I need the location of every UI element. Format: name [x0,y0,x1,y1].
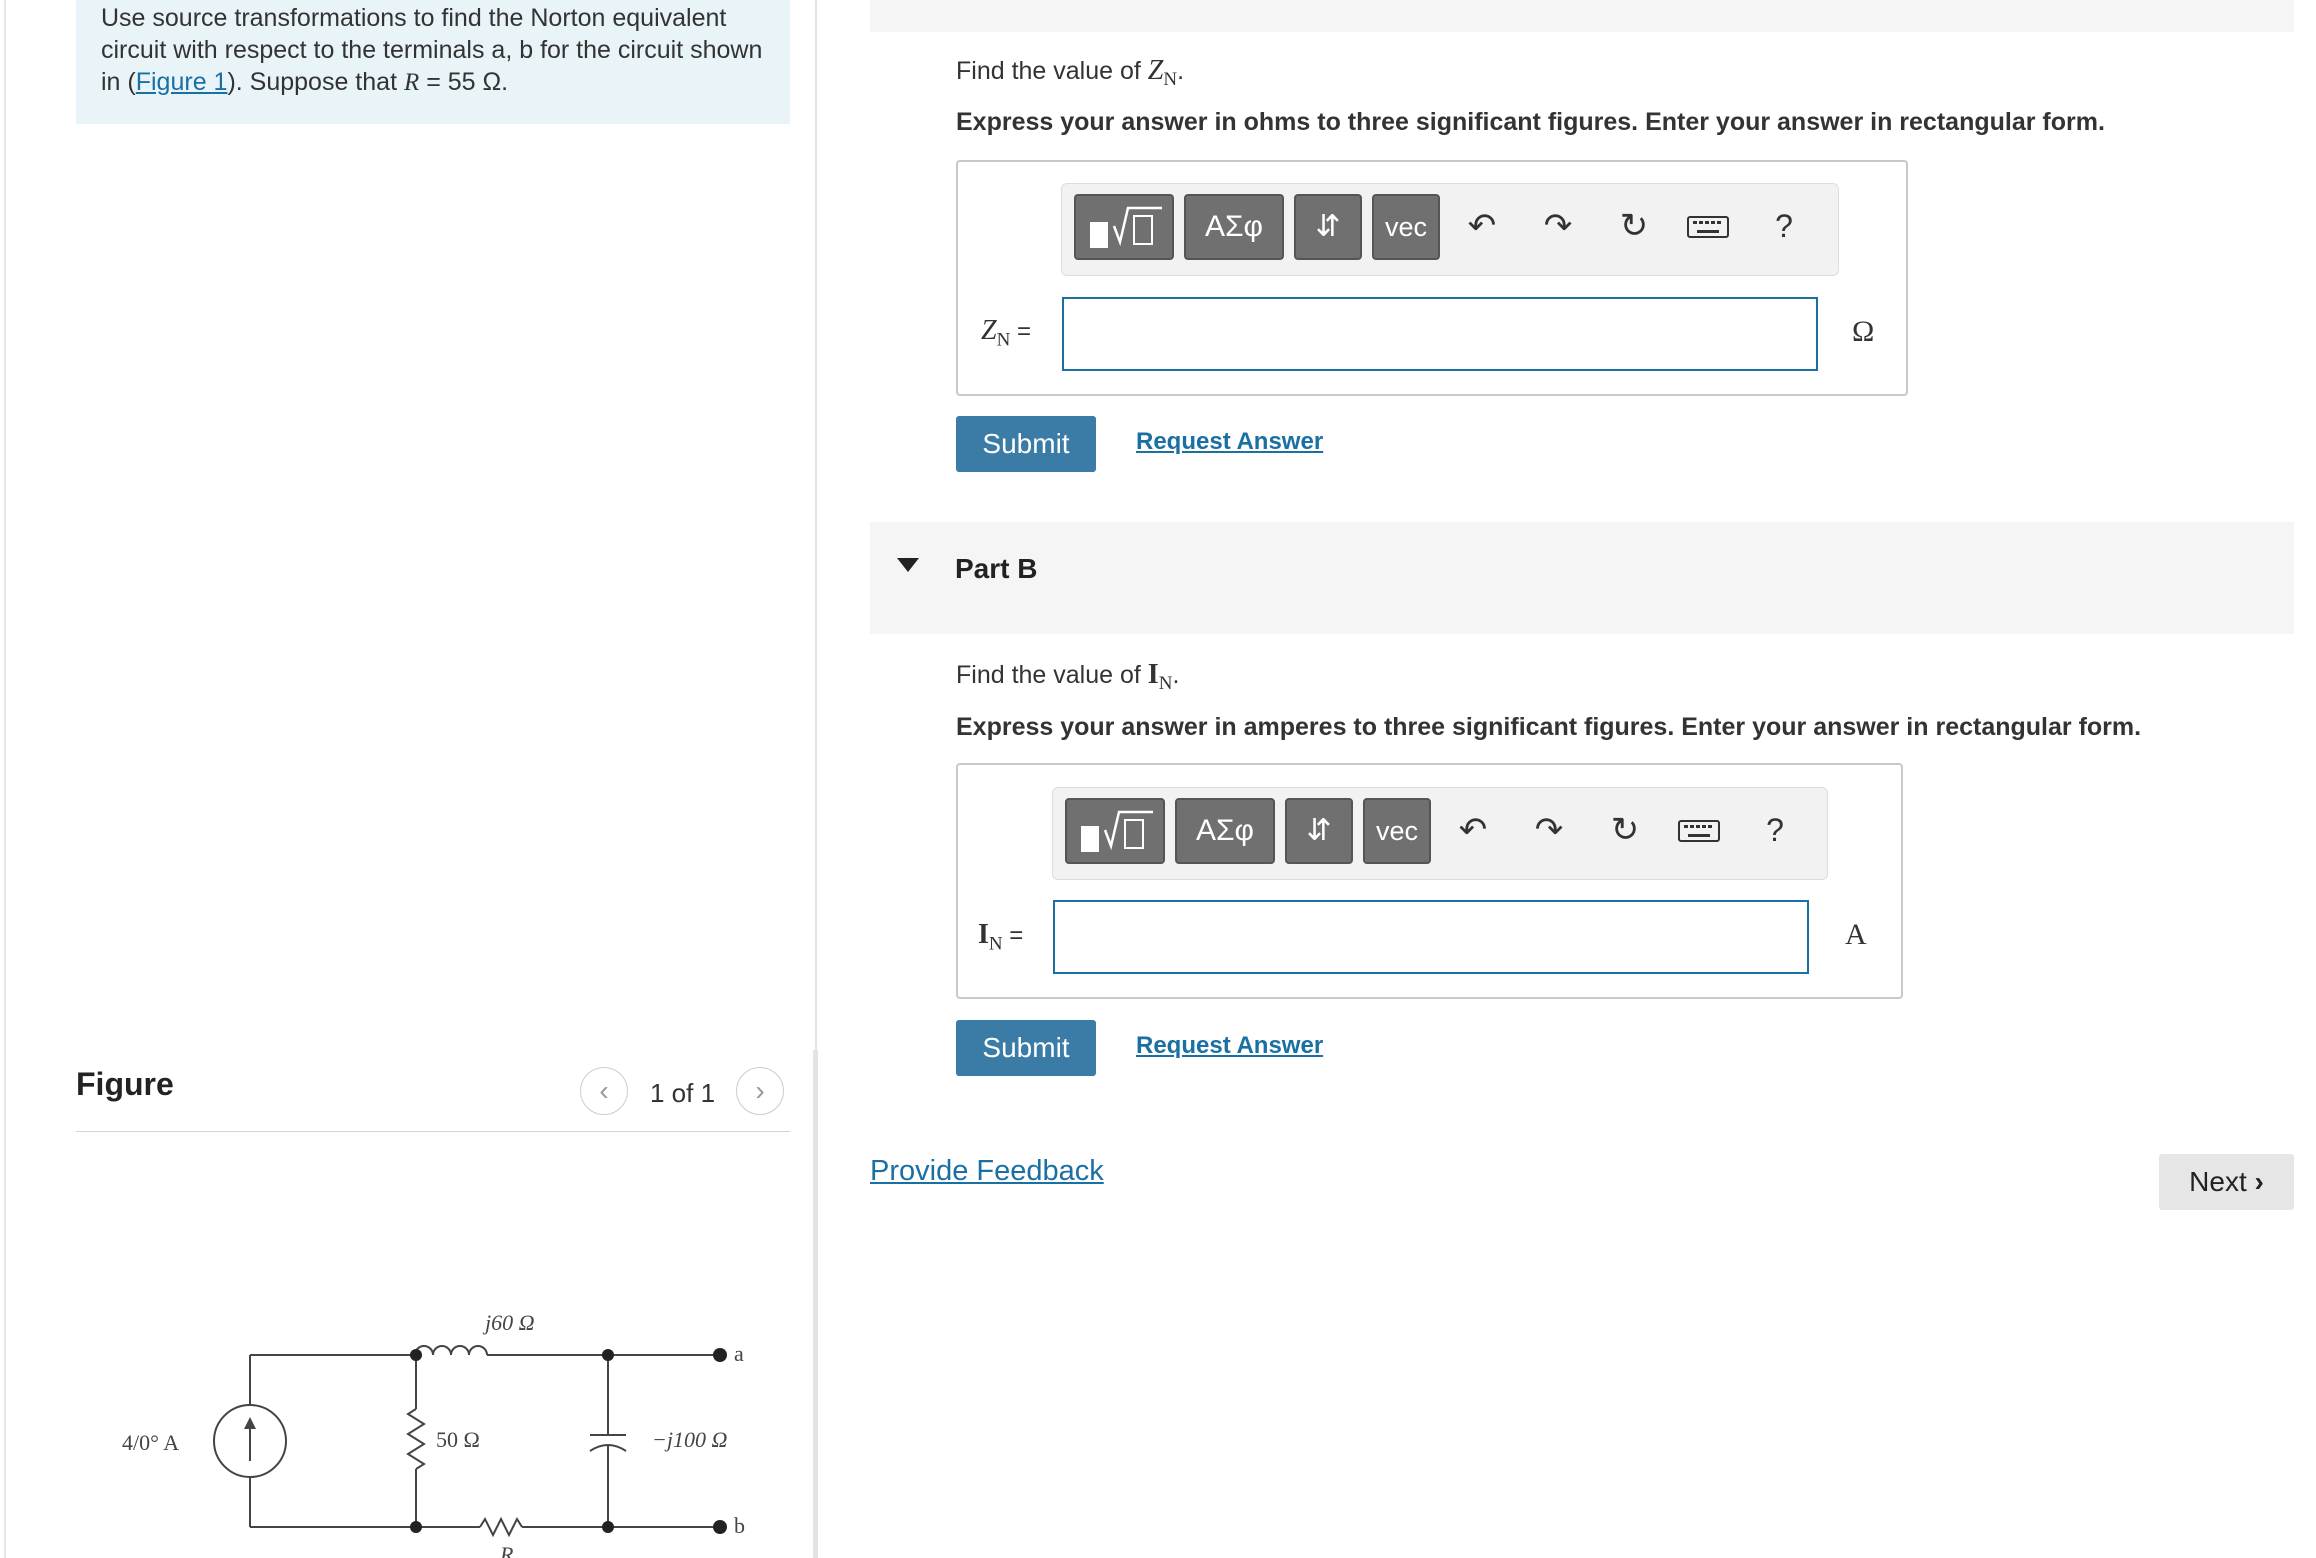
figure-link[interactable]: Figure 1 [136,68,228,96]
part-a-toolbar: ΑΣφ ⇵ vec ↶ ↷ ↻ ? [1061,183,1839,276]
inductor [414,1345,488,1356]
chevron-right-icon: › [2254,1166,2264,1197]
keyboard-icon[interactable] [1686,204,1730,248]
collapse-caret-icon[interactable] [897,558,919,572]
figure-divider [76,1131,790,1132]
circuit-diagram: 4/0° A j60 Ω 50 Ω −j100 Ω R a b [122,1310,745,1558]
problem-statement: Use source transformations to find the N… [101,4,763,96]
resistor-50-label: 50 Ω [436,1427,480,1452]
r-symbol: R [403,69,420,96]
terminal-b-label: b [734,1513,745,1538]
greek-symbols-button[interactable]: ΑΣφ [1175,798,1275,864]
arrows-button[interactable]: ⇵ [1285,798,1353,864]
terminal-a-label: a [734,1341,744,1366]
figure-title: Figure [76,1066,174,1102]
part-a-request-answer-link[interactable]: Request Answer [1136,428,1323,456]
part-a-unit: Ω [1852,315,1875,348]
capacitor-label: −j100 Ω [652,1427,727,1452]
part-a-header-bar [870,0,2294,32]
part-b-header[interactable] [870,522,2294,634]
part-b-title: Part B [955,553,1038,584]
provide-feedback-link[interactable]: Provide Feedback [870,1155,1104,1188]
redo-icon[interactable]: ↷ [1536,204,1580,248]
part-b-request-answer-link[interactable]: Request Answer [1136,1032,1323,1060]
resistor-50 [406,1408,426,1470]
arrows-button[interactable]: ⇵ [1294,194,1362,260]
next-button[interactable]: Next › [2159,1154,2294,1210]
reset-icon[interactable]: ↻ [1612,204,1656,248]
vector-button[interactable]: vec [1363,798,1431,864]
resistor-r-label: R [499,1542,514,1558]
previous-figure-button[interactable]: ‹ [580,1067,628,1115]
part-b-unit: A [1845,918,1867,951]
source-label: 4/0° A [122,1430,179,1455]
part-a-answer-input[interactable] [1062,297,1818,371]
part-a-submit-button[interactable]: Submit [956,416,1096,472]
figure-pager: 1 of 1 [650,1078,716,1108]
part-b-answer-input[interactable] [1053,900,1809,974]
resistor-r [479,1516,523,1538]
keyboard-icon[interactable] [1677,808,1721,852]
next-figure-button[interactable]: › [736,1067,784,1115]
greek-symbols-button[interactable]: ΑΣφ [1184,194,1284,260]
left-border [4,0,6,1558]
part-a-variable-label: ZN = [981,315,1031,351]
redo-icon[interactable]: ↷ [1527,808,1571,852]
templates-button[interactable] [1065,798,1165,864]
part-b-submit-button[interactable]: Submit [956,1020,1096,1076]
part-b-instruction: Express your answer in amperes to three … [956,713,2142,741]
undo-icon[interactable]: ↶ [1451,808,1495,852]
vector-button[interactable]: vec [1372,194,1440,260]
part-b-prompt: Find the value of IN. [956,659,1180,694]
help-icon[interactable]: ? [1753,808,1797,852]
help-icon[interactable]: ? [1762,204,1806,248]
part-a-instruction: Express your answer in ohms to three sig… [956,108,2105,136]
part-a-prompt: Find the value of ZN. [956,55,1185,90]
inductor-label: j60 Ω [482,1310,535,1335]
part-b-variable-label: IN = [978,919,1024,955]
undo-icon[interactable]: ↶ [1460,204,1504,248]
panel-divider-lower [813,1050,818,1558]
templates-button[interactable] [1074,194,1174,260]
reset-icon[interactable]: ↻ [1603,808,1647,852]
part-b-toolbar: ΑΣφ ⇵ vec ↶ ↷ ↻ ? [1052,787,1828,880]
